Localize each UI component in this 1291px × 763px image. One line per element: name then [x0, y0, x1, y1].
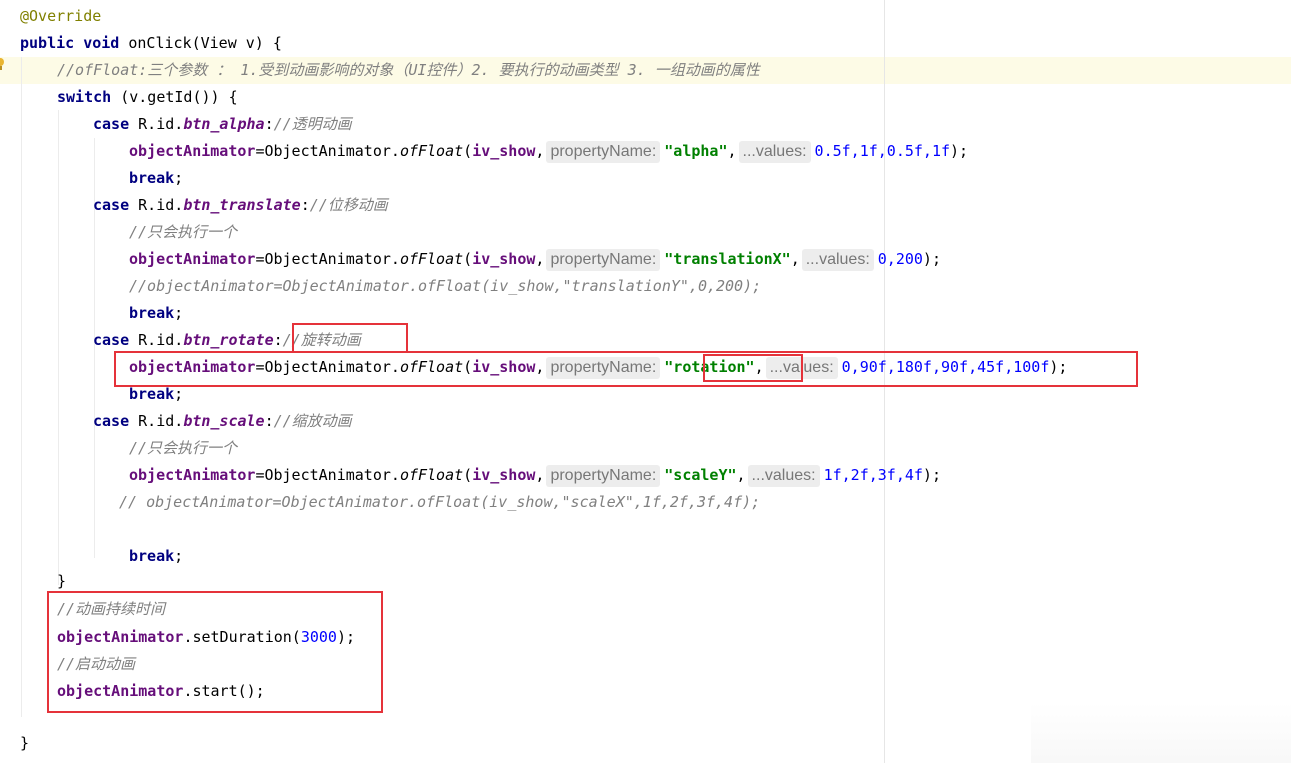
indent-guide	[58, 110, 59, 585]
number-literal: 0,200	[877, 250, 923, 268]
code-text: ,	[790, 250, 800, 268]
code-text: =ObjectAnimator.	[255, 142, 400, 160]
code-line: break;	[129, 543, 183, 570]
code-text: ;	[174, 547, 184, 565]
code-text: ,	[535, 466, 545, 484]
code-line: objectAnimator =ObjectAnimator. ofFloat(iv…	[129, 462, 941, 489]
comment: //只会执行一个	[129, 439, 238, 457]
comment: //只会执行一个	[129, 223, 238, 241]
resource-id: btn_alpha	[183, 115, 265, 133]
code-text: ,	[535, 142, 545, 160]
code-text: (	[463, 466, 473, 484]
code-line: //只会执行一个	[129, 435, 237, 462]
code-text: R.id.	[129, 196, 184, 214]
highlight-box-rotation-string	[703, 354, 803, 382]
code-line: case R.id. btn_translate://位移动画	[93, 192, 388, 219]
code-text: :	[264, 412, 274, 430]
code-text: =ObjectAnimator.	[255, 250, 400, 268]
code-text: ;	[174, 169, 184, 187]
code-text: =ObjectAnimator.	[255, 466, 400, 484]
resource-id: btn_rotate	[183, 331, 274, 349]
closing-brace: }	[20, 734, 30, 752]
code-line: public void onClick(View v) {	[20, 30, 282, 57]
field-ref: objectAnimator	[129, 250, 256, 268]
code-text: );	[922, 466, 941, 484]
code-text: :	[273, 331, 283, 349]
keyword: case	[93, 115, 130, 133]
parameter-hint: ...values:	[738, 140, 811, 163]
code-line: // objectAnimator=ObjectAnimator.ofFloat…	[119, 489, 760, 516]
method-call: ofFloat	[399, 250, 464, 268]
number-literal: 1f,2f,3f,4f	[823, 466, 923, 484]
parameter-hint: ...values:	[801, 248, 874, 271]
parameter-hint: ...values:	[747, 464, 820, 487]
code-line: //ofFloat:三个参数 ： 1.受到动画影响的对象（UI控件）2. 要执行…	[57, 57, 760, 84]
code-line: break;	[129, 165, 183, 192]
code-text: ,	[736, 466, 746, 484]
code-line: objectAnimator =ObjectAnimator. ofFloat(iv…	[129, 138, 968, 165]
code-line: }	[20, 730, 29, 757]
keyword: switch	[57, 88, 112, 106]
indent-guide	[21, 57, 22, 717]
keyword: case	[93, 331, 130, 349]
comment: //透明动画	[273, 115, 352, 133]
parameter-hint: propertyName:	[546, 464, 661, 487]
code-text: );	[922, 250, 941, 268]
number-literal: 0.5f,1f,0.5f,1f	[814, 142, 951, 160]
keyword: break	[129, 304, 175, 322]
code-line: case R.id. btn_scale://缩放动画	[93, 408, 352, 435]
code-text: :	[300, 196, 310, 214]
string-literal: "alpha"	[664, 142, 728, 160]
code-line: switch (v.getId()) {	[57, 84, 238, 111]
code-text: );	[950, 142, 969, 160]
code-text: R.id.	[129, 115, 184, 133]
highlight-box-rotate-comment	[292, 323, 408, 353]
code-text: (	[463, 142, 473, 160]
method-call: ofFloat	[399, 466, 464, 484]
resource-id: btn_scale	[183, 412, 265, 430]
code-text: R.id.	[129, 412, 184, 430]
code-text: R.id.	[129, 331, 184, 349]
code-text: ,	[727, 142, 737, 160]
keyword: case	[93, 412, 130, 430]
field-ref: objectAnimator	[129, 142, 256, 160]
comment: //ofFloat:三个参数 ： 1.受到动画影响的对象（UI控件）2. 要执行…	[57, 61, 760, 79]
watermark-fade	[1031, 703, 1291, 763]
field-ref: objectAnimator	[129, 466, 256, 484]
keyword: public void	[20, 34, 120, 52]
comment: //位移动画	[309, 196, 388, 214]
keyword: case	[93, 196, 130, 214]
string-literal: "scaleY"	[664, 466, 737, 484]
string-literal: "translationX"	[664, 250, 791, 268]
parameter-hint: propertyName:	[546, 140, 661, 163]
code-line: break;	[129, 300, 183, 327]
highlight-box-duration-start	[47, 591, 383, 713]
code-line: //objectAnimator=ObjectAnimator.ofFloat(…	[129, 273, 761, 300]
keyword: break	[129, 169, 175, 187]
code-text: :	[264, 115, 274, 133]
code-text: onClick(View v) {	[119, 34, 282, 52]
method-call: ofFloat	[399, 142, 464, 160]
field-ref: iv_show	[472, 250, 536, 268]
parameter-hint: propertyName:	[546, 248, 661, 271]
code-text: ,	[535, 250, 545, 268]
code-line: case R.id. btn_alpha://透明动画	[93, 111, 352, 138]
code-text: (v.getId()) {	[111, 88, 238, 106]
resource-id: btn_translate	[183, 196, 301, 214]
field-ref: iv_show	[472, 142, 536, 160]
annotation: @Override	[20, 7, 102, 25]
code-line: //只会执行一个	[129, 219, 237, 246]
code-line: @Override	[20, 3, 101, 30]
highlight-box-rotate-call	[114, 351, 1138, 387]
keyword: break	[129, 547, 175, 565]
code-line: objectAnimator =ObjectAnimator. ofFloat(iv…	[129, 246, 941, 273]
comment: //缩放动画	[273, 412, 352, 430]
code-text: (	[463, 250, 473, 268]
comment: //objectAnimator=ObjectAnimator.ofFloat(…	[129, 277, 762, 295]
comment: // objectAnimator=ObjectAnimator.ofFloat…	[119, 493, 761, 511]
code-text: ;	[174, 304, 184, 322]
field-ref: iv_show	[472, 466, 536, 484]
lightbulb-icon[interactable]	[0, 57, 4, 73]
